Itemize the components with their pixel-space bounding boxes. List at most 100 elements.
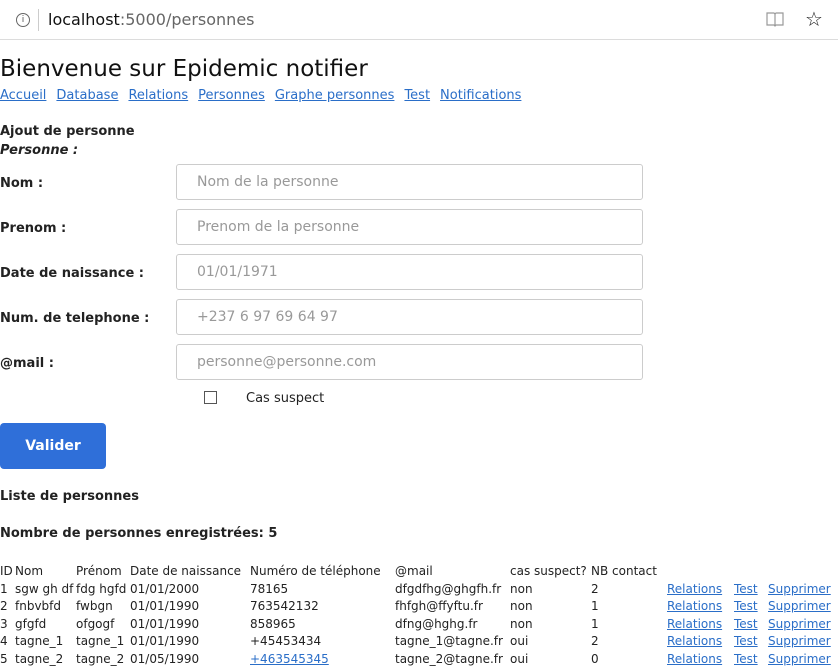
cell-suspect: non <box>510 581 533 596</box>
cell-id: 2 <box>0 599 8 613</box>
action-cell: Relations <box>667 581 734 599</box>
table-row: 4 tagne_1 tagne_1 01/01/1990 +45453434 tagne_… <box>0 633 838 651</box>
cell-nb: 1 <box>591 616 599 631</box>
valider-button[interactable]: Valider <box>0 423 106 469</box>
nav-link-test[interactable]: Test <box>404 88 430 103</box>
nom-input[interactable] <box>176 164 643 200</box>
cell-id: 4 <box>0 634 8 648</box>
cell-nom: fnbvbfd <box>15 599 62 613</box>
cell-prenom: ofgogf <box>76 616 115 631</box>
address-bar-divider <box>38 9 39 31</box>
nav-link-personnes[interactable]: Personnes <box>198 88 265 103</box>
action-cell: Relations <box>667 651 734 669</box>
cas-suspect-checkbox[interactable] <box>204 391 217 404</box>
row-test-link[interactable]: Test <box>734 634 758 648</box>
action-column-header <box>768 563 838 581</box>
cell-mail: tagne_1@tagne.fr <box>395 634 503 648</box>
prenom-input[interactable] <box>176 209 643 245</box>
column-header: NB contact <box>591 564 657 578</box>
cell-nb: 1 <box>591 599 599 613</box>
cell-tel: 763542132 <box>250 599 319 613</box>
list-heading: Liste de personnes <box>0 489 139 504</box>
row-relations-link[interactable]: Relations <box>667 634 722 648</box>
url-path: :5000/personnes <box>119 10 255 29</box>
action-cell: Relations <box>667 633 734 651</box>
action-cell: Test <box>734 633 768 651</box>
row-supprimer-link[interactable]: Supprimer <box>768 617 831 631</box>
row-test-link[interactable]: Test <box>734 582 758 596</box>
cell-suspect: non <box>510 599 533 613</box>
prenom-label: Prenom : <box>0 221 67 236</box>
row-supprimer-link[interactable]: Supprimer <box>768 582 831 596</box>
cas-suspect-label: Cas suspect <box>246 391 325 406</box>
table-row: 1 sgw gh df fdg hgfd 01/01/2000 78165 dfgdfhg… <box>0 581 838 599</box>
action-cell: Supprimer <box>768 651 838 669</box>
row-supprimer-link[interactable]: Supprimer <box>768 652 831 666</box>
table-row: 5 tagne_2 tagne_2 01/05/1990 +463545345 tagne… <box>0 651 838 669</box>
date-naissance-input[interactable] <box>176 254 643 290</box>
action-cell: Test <box>734 598 768 616</box>
row-relations-link[interactable]: Relations <box>667 599 722 613</box>
column-header: Prénom <box>76 564 122 578</box>
favorite-star-icon[interactable]: ☆ <box>805 7 823 31</box>
nom-label: Nom : <box>0 176 44 191</box>
column-header: Nom <box>15 564 44 578</box>
site-info-icon[interactable]: i <box>16 13 30 27</box>
cell-tel: +45453434 <box>250 634 322 648</box>
reading-view-icon[interactable] <box>765 10 785 28</box>
table-header-row: ID Nom Prénom Date de naissance Numéro de té… <box>0 563 838 581</box>
cell-prenom: fwbgn <box>76 599 113 613</box>
cell-nb: 2 <box>591 634 599 648</box>
cell-mail: dfng@hghg.fr <box>395 616 478 631</box>
row-relations-link[interactable]: Relations <box>667 617 722 631</box>
url-field[interactable]: localhost:5000/personnes <box>48 10 255 29</box>
table-row: 2 fnbvbfd fwbgn 01/01/1990 763542132 fhfgh@ff… <box>0 598 838 616</box>
cell-mail: fhfgh@ffyftu.fr <box>395 599 483 613</box>
cell-prenom: fdg hgfd <box>76 581 127 596</box>
row-supprimer-link[interactable]: Supprimer <box>768 634 831 648</box>
nav-link-database[interactable]: Database <box>56 88 118 103</box>
cell-tel: 78165 <box>250 581 289 596</box>
phone-link[interactable]: +463545345 <box>250 652 329 666</box>
column-header: ID <box>0 564 13 578</box>
action-cell: Supprimer <box>768 633 838 651</box>
nav-link-notifications[interactable]: Notifications <box>440 88 521 103</box>
cell-date: 01/01/1990 <box>130 599 200 613</box>
action-cell: Relations <box>667 616 734 634</box>
cell-date: 01/01/1990 <box>130 616 200 631</box>
cell-nom: sgw gh df <box>15 581 74 596</box>
cell-prenom: tagne_2 <box>76 651 125 666</box>
action-cell: Test <box>734 651 768 669</box>
page-title: Bienvenue sur Epidemic notifier <box>0 56 368 82</box>
cell-nb: 2 <box>591 581 599 596</box>
cell-id: 5 <box>0 651 8 666</box>
cell-suspect: oui <box>510 651 529 666</box>
row-test-link[interactable]: Test <box>734 599 758 613</box>
cell-tel: +463545345 <box>250 651 395 669</box>
row-supprimer-link[interactable]: Supprimer <box>768 599 831 613</box>
cell-nom: gfgfd <box>15 616 47 631</box>
cell-mail: dfgdfhg@ghgfh.fr <box>395 581 502 596</box>
action-cell: Test <box>734 616 768 634</box>
browser-address-bar: i localhost:5000/personnes ☆ <box>0 0 838 40</box>
cell-nb: 0 <box>591 651 599 666</box>
telephone-input[interactable] <box>176 299 643 335</box>
email-input[interactable] <box>176 344 643 380</box>
table-row: 3 gfgfd ofgogf 01/01/1990 858965 dfng@hghg.fr… <box>0 616 838 634</box>
row-test-link[interactable]: Test <box>734 617 758 631</box>
form-heading: Ajout de personne <box>0 124 135 139</box>
row-relations-link[interactable]: Relations <box>667 652 722 666</box>
column-header: @mail <box>395 564 433 578</box>
action-cell: Test <box>734 581 768 599</box>
cell-date: 01/05/1990 <box>130 651 200 666</box>
action-cell: Relations <box>667 598 734 616</box>
nav-link-relations[interactable]: Relations <box>128 88 188 103</box>
persons-table: ID Nom Prénom Date de naissance Numéro de té… <box>0 563 838 668</box>
column-header: Date de naissance <box>130 564 242 578</box>
action-column-header <box>667 563 734 581</box>
row-test-link[interactable]: Test <box>734 652 758 666</box>
telephone-label: Num. de telephone : <box>0 311 150 326</box>
nav-link-graphe-personnes[interactable]: Graphe personnes <box>275 88 395 103</box>
nav-link-accueil[interactable]: Accueil <box>0 88 46 103</box>
row-relations-link[interactable]: Relations <box>667 582 722 596</box>
